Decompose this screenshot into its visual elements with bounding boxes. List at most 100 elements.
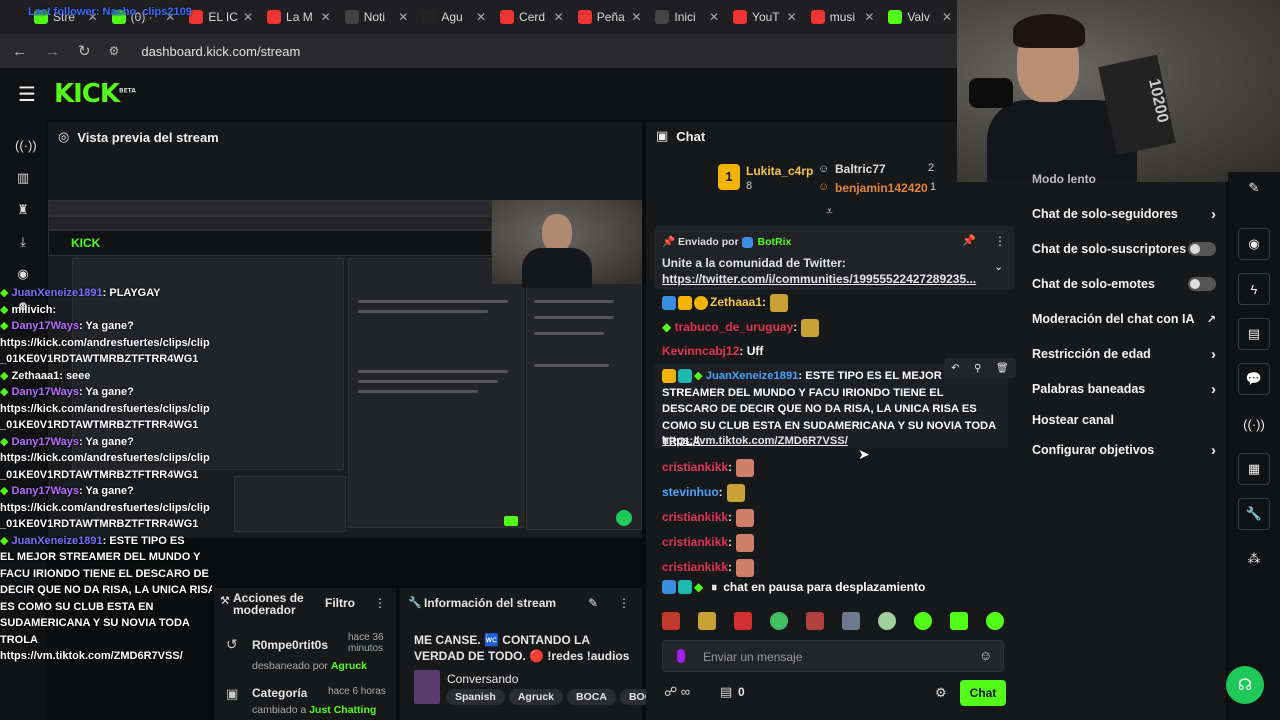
emote[interactable] bbox=[986, 612, 1004, 630]
menu-item-followers-only[interactable]: Chat de solo-seguidores › bbox=[1032, 204, 1216, 224]
browser-tab[interactable]: La M ✕ bbox=[261, 3, 337, 31]
browser-tab[interactable]: Valv ✕ bbox=[882, 3, 958, 31]
category-name[interactable]: Conversando bbox=[447, 672, 518, 686]
kick-logo[interactable]: KICKBETA bbox=[54, 79, 136, 109]
pin-icon[interactable]: 📌 bbox=[962, 234, 976, 247]
url-text[interactable]: dashboard.kick.com/stream bbox=[141, 44, 300, 59]
delete-icon[interactable]: 🗑 bbox=[996, 363, 1009, 374]
tag-chip[interactable]: BOCA bbox=[567, 689, 616, 705]
analytics-icon[interactable]: ▥ bbox=[15, 170, 31, 186]
close-tab-icon[interactable]: ✕ bbox=[321, 10, 331, 24]
expand-gifters-icon[interactable]: ⩡ bbox=[826, 204, 833, 219]
wrench-icon[interactable]: 🔧 bbox=[1238, 498, 1270, 530]
gift-icon[interactable]: ▤ bbox=[720, 684, 732, 700]
chat-message[interactable]: cristiankikk: bbox=[662, 459, 755, 477]
pinned-link[interactable]: https://twitter.com/i/communities/199555… bbox=[662, 272, 976, 286]
note-icon[interactable]: ▤ bbox=[1238, 318, 1270, 350]
browser-tab[interactable]: musi ✕ bbox=[805, 3, 881, 31]
menu-item-age-restriction[interactable]: Restricción de edad › bbox=[1032, 344, 1216, 364]
chat-message[interactable]: Kevinncabj12: Uff bbox=[662, 344, 763, 358]
browser-tab[interactable]: Inici ✕ bbox=[649, 3, 725, 31]
mod-entry-user[interactable]: Categoría bbox=[252, 686, 307, 700]
emote[interactable] bbox=[734, 612, 752, 630]
more-vertical-icon[interactable]: ⋮ bbox=[994, 234, 1006, 248]
browser-tab[interactable]: Cerd ✕ bbox=[494, 3, 570, 31]
reload-icon[interactable]: ↻ bbox=[78, 42, 91, 60]
highlighted-message[interactable]: ◆ JuanXeneize1891: ESTE TIPO ES EL MEJOR… bbox=[654, 358, 1016, 448]
browser-tab[interactable]: Peña ✕ bbox=[572, 3, 648, 31]
edit-icon[interactable]: ✎ bbox=[588, 596, 598, 610]
emote[interactable] bbox=[662, 612, 680, 630]
menu-item-banned-words[interactable]: Palabras baneadas › bbox=[1032, 379, 1216, 399]
chat-message[interactable]: stevinhuo: bbox=[662, 484, 745, 502]
pin-icon[interactable]: ⚲ bbox=[974, 363, 981, 374]
camera-icon[interactable]: ◉ bbox=[15, 266, 31, 282]
close-tab-icon[interactable]: ✕ bbox=[787, 10, 797, 24]
close-tab-icon[interactable]: ✕ bbox=[554, 10, 564, 24]
tag-chip[interactable]: Spanish bbox=[446, 689, 505, 705]
mod-entry-user[interactable]: R0mpe0rtit0s bbox=[252, 638, 328, 652]
chat-message[interactable]: cristiankikk: bbox=[662, 559, 755, 577]
settings-gear-icon[interactable]: ⚙ bbox=[935, 685, 947, 701]
trophy-icon[interactable]: ♜ bbox=[15, 202, 31, 218]
mic-icon[interactable] bbox=[677, 649, 685, 663]
menu-item-subscribers-only[interactable]: Chat de solo-suscriptores bbox=[1032, 239, 1216, 259]
close-tab-icon[interactable]: ✕ bbox=[942, 10, 952, 24]
camera-icon[interactable]: ◉ bbox=[1238, 228, 1270, 260]
close-tab-icon[interactable]: ✕ bbox=[631, 10, 641, 24]
browser-tab[interactable]: Noti ✕ bbox=[339, 3, 415, 31]
tag-chip[interactable]: Agruck bbox=[508, 689, 564, 705]
close-tab-icon[interactable]: ✕ bbox=[864, 10, 874, 24]
menu-item-goals[interactable]: Configurar objetivos › bbox=[1032, 440, 1216, 460]
close-tab-icon[interactable]: ✕ bbox=[476, 10, 486, 24]
menu-item-ai-moderation[interactable]: Moderación del chat con IA ↗ bbox=[1032, 309, 1216, 329]
emote[interactable] bbox=[770, 612, 788, 630]
menu-item-slow-mode[interactable]: Modo lento bbox=[1032, 172, 1096, 186]
emote[interactable] bbox=[950, 612, 968, 630]
browser-tab[interactable]: Agu ✕ bbox=[416, 3, 492, 31]
share-icon[interactable]: ⁂ bbox=[1238, 543, 1270, 575]
emote[interactable] bbox=[842, 612, 860, 630]
close-tab-icon[interactable]: ✕ bbox=[398, 10, 408, 24]
menu-icon[interactable]: ☰ bbox=[18, 82, 36, 107]
menu-item-emotes-only[interactable]: Chat de solo-emotes bbox=[1032, 274, 1216, 294]
lightning-icon[interactable]: ϟ bbox=[1238, 273, 1270, 305]
close-tab-icon[interactable]: ✕ bbox=[243, 10, 253, 24]
reply-icon[interactable]: ↶ bbox=[951, 363, 959, 374]
emote[interactable] bbox=[806, 612, 824, 630]
menu-item-host-channel[interactable]: Hostear canal bbox=[1032, 410, 1216, 430]
emoji-icon[interactable]: ☺ bbox=[979, 648, 992, 663]
subscribers-only-toggle[interactable] bbox=[1188, 242, 1216, 256]
gifter-name[interactable]: Baltric77 bbox=[835, 162, 886, 176]
chat-message[interactable]: cristiankikk: bbox=[662, 534, 755, 552]
broadcast-icon[interactable]: ((·)) bbox=[1238, 408, 1270, 440]
gifter-name[interactable]: Lukita_c4rp bbox=[746, 164, 813, 178]
chat-message[interactable]: cristiankikk: bbox=[662, 509, 755, 527]
browser-tab[interactable]: YouT ✕ bbox=[727, 3, 803, 31]
chat-input-box[interactable]: Enviar un mensaje ☺ bbox=[662, 640, 1004, 672]
more-vertical-icon[interactable]: ⋮ bbox=[374, 596, 386, 610]
chat-message[interactable]: Zethaaa1: bbox=[662, 294, 789, 312]
site-info-icon[interactable]: ⚙ bbox=[109, 44, 120, 58]
download-icon[interactable]: ⤓ bbox=[15, 234, 31, 250]
close-tab-icon[interactable]: ✕ bbox=[709, 10, 719, 24]
back-icon[interactable]: ← bbox=[12, 43, 27, 60]
layout-icon[interactable]: ▦ bbox=[1238, 453, 1270, 485]
gifter-name[interactable]: benjamin142420 bbox=[835, 181, 928, 195]
emotes-only-toggle[interactable] bbox=[1188, 277, 1216, 291]
emote[interactable] bbox=[878, 612, 896, 630]
users-infinite-icon[interactable]: ☍ ∞ bbox=[664, 684, 690, 700]
chat-paused-banner[interactable]: ◆ ⏸ chat en pausa para desplazamiento bbox=[662, 576, 1002, 598]
broadcast-icon[interactable]: ((·)) bbox=[15, 138, 37, 154]
edit-icon[interactable]: ✎ bbox=[1238, 172, 1270, 204]
more-vertical-icon[interactable]: ⋮ bbox=[618, 596, 630, 610]
emote[interactable] bbox=[698, 612, 716, 630]
emote[interactable] bbox=[914, 612, 932, 630]
chat-input-placeholder[interactable]: Enviar un mensaje bbox=[703, 650, 802, 664]
forward-icon[interactable]: → bbox=[45, 43, 60, 60]
chat-message[interactable]: ◆ trabuco_de_uruguay: bbox=[662, 319, 820, 337]
chat-message-link[interactable]: https://vm.tiktok.com/ZMD6R7VSS/ bbox=[662, 435, 848, 447]
send-chat-button[interactable]: Chat bbox=[960, 680, 1006, 706]
chat-bubble-icon[interactable]: 💬 bbox=[1238, 363, 1270, 395]
support-headset-icon[interactable]: ☊ bbox=[1226, 666, 1264, 704]
